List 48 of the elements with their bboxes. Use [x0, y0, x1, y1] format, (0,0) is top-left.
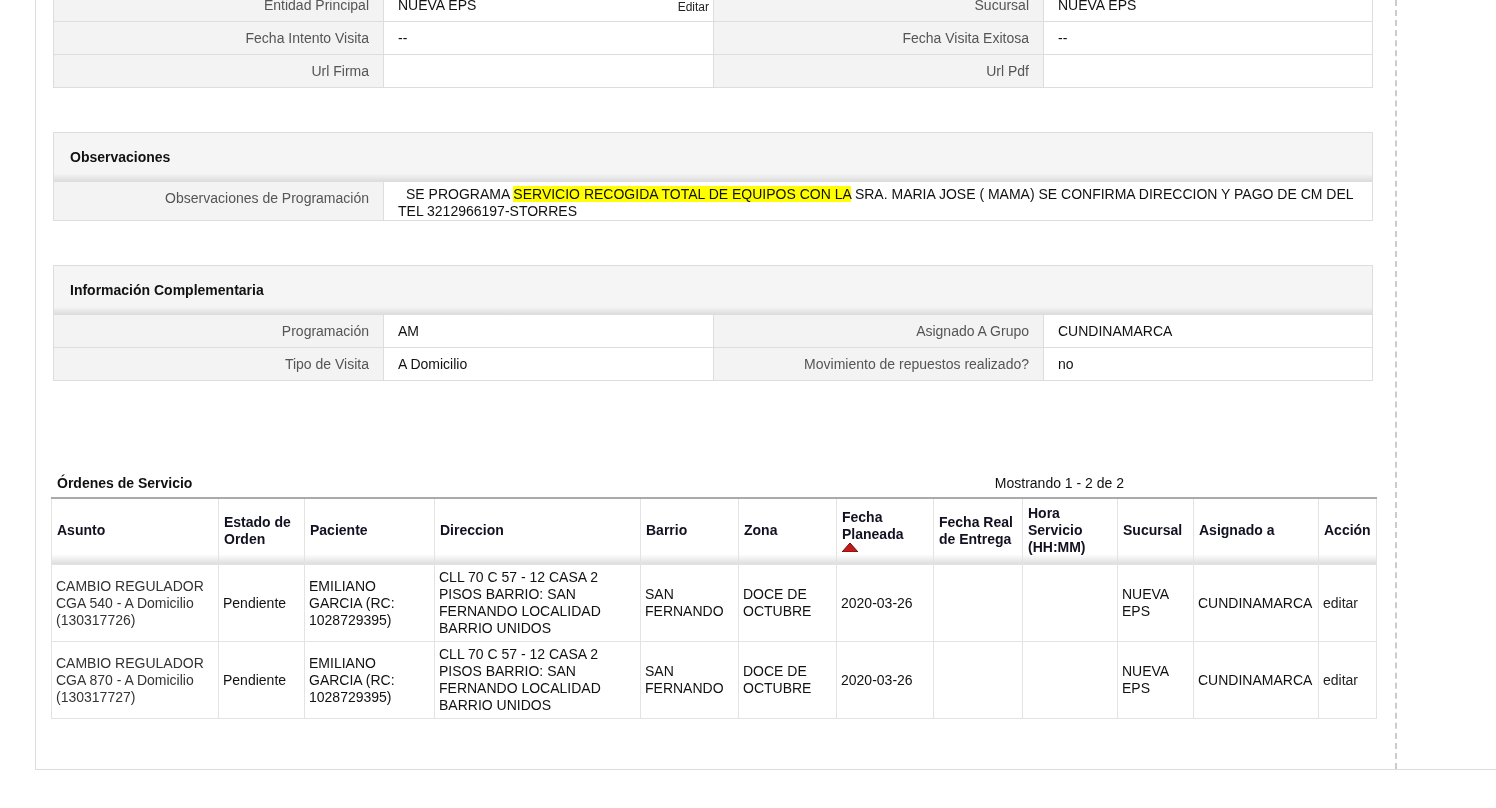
edit-link[interactable]: editar [1318, 641, 1377, 719]
table-title: Órdenes de Servicio [57, 475, 193, 491]
table-cell: EMILIANO GARCIA (RC: 1028729395) [304, 641, 435, 719]
table-cell: Pendiente [218, 641, 305, 719]
column-header[interactable]: Asunto [51, 498, 219, 565]
field-label: Movimiento de repuestos realizado? [714, 348, 1044, 380]
table-cell: CLL 70 C 57 - 12 CASA 2 PISOS BARRIO: SAN FERNANDO LOCALIDAD BARRIO UNIDOS [434, 641, 641, 719]
table-cell: EMILIANO GARCIA (RC: 1028729395) [304, 564, 435, 642]
column-header[interactable]: Asignado a [1193, 498, 1319, 565]
column-header[interactable]: Fecha Planeada [836, 498, 934, 565]
table-cell: DOCE DE OCTUBRE [738, 641, 837, 719]
column-header[interactable]: Fecha Real de Entrega [933, 498, 1023, 565]
column-header[interactable]: Hora Servicio (HH:MM) [1022, 498, 1118, 565]
table-cell: CUNDINAMARCA [1193, 564, 1319, 642]
edit-link[interactable]: Editar [677, 1, 709, 14]
table-cell: CAMBIO REGULADOR CGA 540 - A Domicilio (130317726) [51, 564, 219, 642]
edit-link[interactable]: editar [1318, 564, 1377, 642]
table-cell: CLL 70 C 57 - 12 CASA 2 PISOS BARRIO: SAN FERNANDO LOCALIDAD BARRIO UNIDOS [434, 564, 641, 642]
table-cell: CAMBIO REGULADOR CGA 870 - A Domicilio (130317727) [51, 641, 219, 719]
table-cell: CUNDINAMARCA [1193, 641, 1319, 719]
field-label: Observaciones de Programación [54, 182, 384, 220]
section-header: Observaciones [54, 133, 1372, 181]
field-label: Sucursal [714, 0, 1044, 21]
column-header[interactable]: Estado de Orden [218, 498, 305, 565]
column-header[interactable]: Zona [738, 498, 837, 565]
column-header[interactable]: Barrio [640, 498, 739, 565]
table-cell: DOCE DE OCTUBRE [738, 564, 837, 642]
table-cell: SAN FERNANDO [640, 641, 739, 719]
field-label: Fecha Visita Exitosa [714, 22, 1044, 54]
field-label: Entidad Principal [54, 0, 384, 21]
table-cell: SAN FERNANDO [640, 564, 739, 642]
field-label: Fecha Intento Visita [54, 22, 384, 54]
column-header[interactable]: Acción [1318, 498, 1377, 565]
column-header[interactable]: Direccion [434, 498, 641, 565]
table-cell: NUEVA EPS [1117, 564, 1194, 642]
table-cell: 2020-03-26 [836, 564, 934, 642]
column-header[interactable]: Paciente [304, 498, 435, 565]
field-label: Url Pdf [714, 55, 1044, 87]
pagination-info: Mostrando 1 - 2 de 2 [994, 475, 1124, 491]
table-cell: Pendiente [218, 564, 305, 642]
table-cell: 2020-03-26 [836, 641, 934, 719]
field-label: Programación [54, 315, 384, 347]
field-label: Asignado A Grupo [714, 315, 1044, 347]
table-cell: NUEVA EPS [1117, 641, 1194, 719]
column-header[interactable]: Sucursal [1117, 498, 1194, 565]
field-label: Tipo de Visita [54, 348, 384, 380]
field-label: Url Firma [54, 55, 384, 87]
section-header: Información Complementaria [54, 266, 1372, 314]
